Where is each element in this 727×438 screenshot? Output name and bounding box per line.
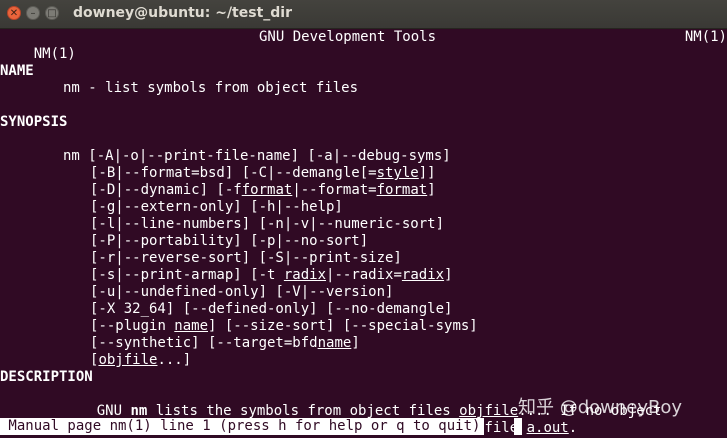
synopsis-line: [-l|--line-numbers] [-n|-v|--numeric-sor… [90,216,444,233]
name-text: nm - list symbols from object files [63,80,359,96]
man-header-left: NM(1) [33,46,76,62]
synopsis-placeholder: objfile [98,352,158,368]
synopsis-line: [-s|--print-armap] [-t radix|--radix=rad… [90,267,453,284]
synopsis-line: [--plugin name] [--size-sort] [--special… [90,318,478,335]
synopsis-text: [-B|--format=bsd] [-C|--demangle[ [90,165,369,181]
synopsis-text: [-r|--reverse-sort] [-S|--print-size] [90,250,402,266]
pager-status-bar: Manual page nm(1) line 1 (press h for he… [0,418,485,435]
synopsis-line: [-u|--undefined-only] [-V|--version] [90,284,393,301]
synopsis-text: ]] [418,165,436,181]
synopsis-placeholder: format [376,182,428,198]
synopsis-text: [-u|--undefined-only] [-V|--version] [90,284,394,300]
synopsis-text: =bfd [283,335,318,351]
synopsis-placeholder: format [241,182,293,198]
man-header-right: NM(1) [684,29,727,45]
synopsis-placeholder: name [174,318,209,334]
maximize-icon[interactable]: □ [45,6,59,20]
terminal-cursor [514,418,522,435]
window-titlebar[interactable]: ✕ – □ downey@ubuntu: ~/test_dir [0,0,727,29]
synopsis-text: ] [--size-sort] [--special-syms] [208,318,478,334]
synopsis-text: [-X 32_64] [--defined-only] [--no-demang… [90,301,453,317]
description-seg-underline: a.out [526,420,569,436]
synopsis-text: [-D|--dynamic] [- [90,182,234,198]
synopsis-line: [-g|--extern-only] [-h|--help] [90,199,343,216]
synopsis-text: ] [444,267,453,283]
watermark: 知乎 @downeyBoy [518,397,683,418]
name-heading: NAME [0,63,34,79]
synopsis-text: [-l|--line-numbers] [-n|-v|--numeric-sor… [90,216,445,232]
synopsis-text: ...] [157,352,192,368]
synopsis-placeholder: radix [401,267,445,283]
synopsis-text: = [368,182,377,198]
terminal-area[interactable]: NM(1) GNU Development Tools NM(1) NAME n… [0,29,727,438]
synopsis-text: f [233,182,242,198]
synopsis-text: nm [-A|-o|--print-file-name] [-a|--debug… [63,148,451,164]
synopsis-text: --plugin [98,318,175,334]
synopsis-text: t [267,267,284,283]
synopsis-text: |--radix [326,267,394,283]
synopsis-placeholder: radix [283,267,327,283]
window-title: downey@ubuntu: ~/test_dir [73,5,292,21]
synopsis-placeholder: style [376,165,419,181]
synopsis-text: ] [351,335,360,351]
synopsis-line: [-P|--portability] [-p|--no-sort] [90,233,368,250]
synopsis-text: |--format [292,182,369,198]
synopsis-line: [-X 32_64] [--defined-only] [--no-demang… [90,301,452,318]
synopsis-text: [-s|--print-armap] [- [90,267,268,283]
synopsis-placeholder: name [317,335,352,351]
synopsis-text: = [393,267,402,283]
synopsis-line: [-B|--format=bsd] [-C|--demangle[=style]… [90,165,436,182]
synopsis-text: [-P|--portability] [-p|--no-sort] [90,233,369,249]
synopsis-text: [--synthetic] [--target [90,335,284,351]
synopsis-line: [-r|--reverse-sort] [-S|--print-size] [90,250,402,267]
synopsis-text: [-g|--extern-only] [-h|--help] [90,199,343,215]
minimize-icon[interactable]: – [26,6,40,20]
description-seg: . [568,420,578,436]
synopsis-text: = [368,165,377,181]
synopsis-line: [--synthetic] [--target=bfdname] [90,335,360,352]
synopsis-line: [objfile...] [90,352,191,369]
synopsis-heading: SYNOPSIS [0,114,68,130]
description-heading: DESCRIPTION [0,369,93,385]
close-icon[interactable]: ✕ [7,6,21,20]
synopsis-text: ] [427,182,436,198]
man-header-center: GNU Development Tools [259,29,437,45]
synopsis-line: [-D|--dynamic] [-fformat|--format=format… [90,182,436,199]
man-header: NM(1) GNU Development Tools NM(1) [0,29,727,62]
synopsis-line: nm [-A|-o|--print-file-name] [-a|--debug… [63,148,451,165]
